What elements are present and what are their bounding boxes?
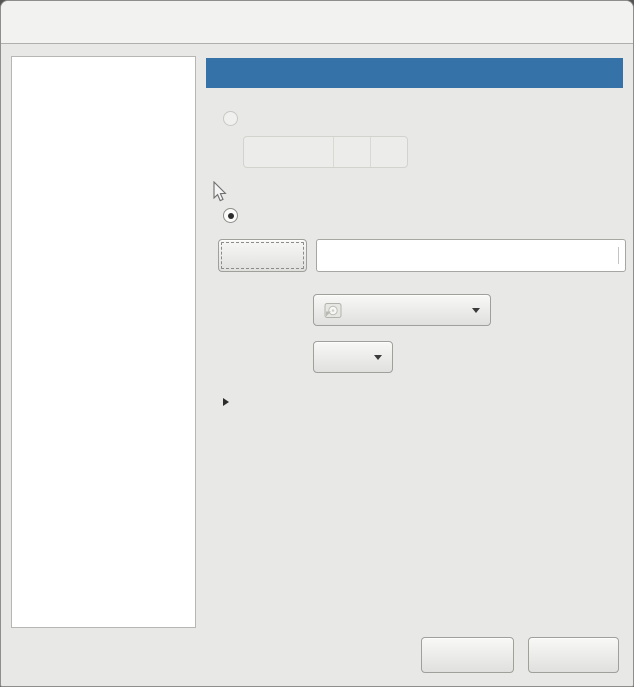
- storage-panel: [206, 58, 626, 406]
- expander-arrow-icon: [223, 398, 229, 406]
- storage-path-row: [218, 239, 626, 272]
- storage-path-input[interactable]: [316, 239, 626, 272]
- advanced-options-expander[interactable]: [223, 398, 236, 406]
- bus-type-dropdown[interactable]: [313, 341, 393, 373]
- disk-size-row: [243, 136, 419, 168]
- finish-button[interactable]: [528, 637, 619, 673]
- disk-size-input[interactable]: [244, 137, 333, 167]
- disk-size-spinner[interactable]: [243, 136, 408, 168]
- manage-button[interactable]: [218, 239, 307, 272]
- close-icon[interactable]: [595, 1, 621, 44]
- create-disk-radio-row[interactable]: [223, 111, 246, 126]
- increment-button[interactable]: [370, 137, 407, 167]
- create-disk-radio[interactable]: [223, 111, 238, 126]
- cancel-button[interactable]: [421, 637, 514, 673]
- titlebar[interactable]: [1, 1, 633, 44]
- device-type-dropdown[interactable]: [313, 294, 491, 326]
- cdrom-icon: [324, 302, 342, 318]
- add-hardware-dialog: [0, 0, 634, 687]
- dropdown-caret-icon: [472, 307, 480, 313]
- dropdown-caret-icon: [374, 354, 382, 360]
- text-caret: [618, 247, 619, 264]
- decrement-button[interactable]: [333, 137, 370, 167]
- custom-storage-radio-row[interactable]: [223, 208, 246, 223]
- mouse-cursor: [213, 181, 227, 202]
- panel-title: [206, 58, 623, 88]
- custom-storage-radio[interactable]: [223, 208, 238, 223]
- hardware-type-list: [11, 56, 196, 628]
